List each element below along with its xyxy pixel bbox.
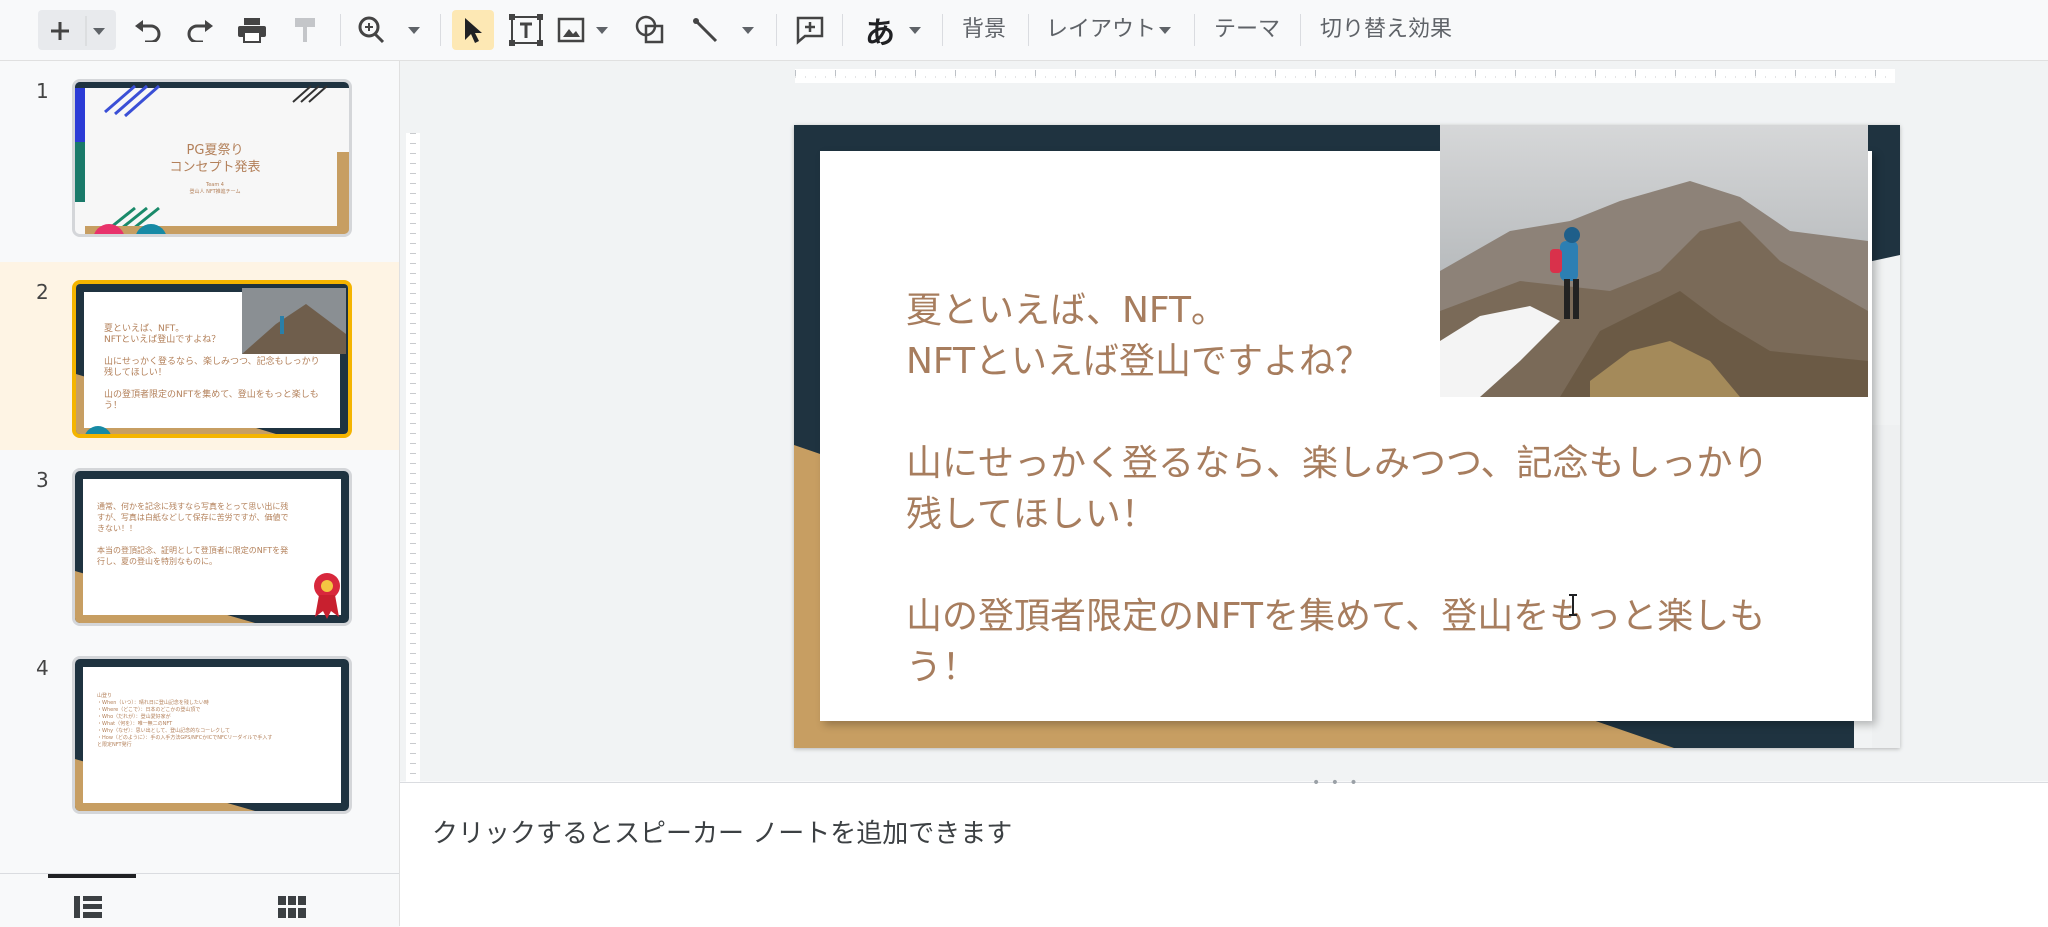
print-icon — [238, 18, 266, 43]
toolbar-divider — [1194, 14, 1195, 46]
zoom-icon — [358, 16, 420, 44]
slide-thumbnail[interactable]: 通常、何かを記念に残すなら写真をとって思い出に残 すが、写真は白紙などして保存に… — [72, 468, 352, 626]
slide-thumbnail[interactable]: 山登り ・When（いつ）：晴れ日に登山記念を残したい時 ・Where（どこで）… — [72, 656, 352, 814]
shape-icon — [635, 15, 664, 44]
grid-view-button[interactable] — [278, 896, 306, 922]
select-tool-button[interactable] — [452, 10, 494, 50]
insert-image-button[interactable] — [556, 10, 616, 50]
print-button[interactable] — [232, 10, 272, 50]
undo-icon — [135, 20, 161, 42]
slide-4-text: 山登り ・When（いつ）：晴れ日に登山記念を残したい時 ・Where（どこで）… — [97, 693, 273, 748]
vertical-ruler — [406, 133, 420, 813]
background-button[interactable]: 背景 — [962, 10, 1006, 50]
redo-icon — [187, 20, 213, 42]
cursor-icon — [465, 18, 482, 43]
image-icon — [557, 17, 608, 43]
filmstrip-slide-2[interactable]: 2 夏といえば、NFT。 NFTといえば登山ですよね？ 山にせっかく登るなら、楽… — [0, 262, 399, 450]
filmstrip-slide-1[interactable]: 1 PG夏祭り コンセプト発表 Team 4 登山人 NFT推進チーム — [0, 61, 399, 249]
speaker-notes-placeholder[interactable]: クリックするとスピーカー ノートを追加できます — [432, 813, 1012, 850]
input-tools-label: あ — [865, 16, 895, 51]
ruler-ticks — [795, 70, 1895, 78]
toolbar-divider — [440, 14, 441, 46]
slide-3-text: 通常、何かを記念に残すなら写真をとって思い出に残 すが、写真は白紙などして保存に… — [97, 502, 289, 566]
textbox-icon — [509, 14, 543, 46]
add-comment-icon — [796, 16, 824, 45]
add-comment-button[interactable] — [790, 10, 830, 50]
theme-button[interactable]: テーマ — [1214, 10, 1280, 50]
horizontal-ruler — [795, 69, 1895, 83]
slide-number: 3 — [36, 468, 49, 492]
slide-1-title: PG夏祭り コンセプト発表 — [169, 143, 261, 175]
line-icon — [693, 18, 754, 43]
filmstrip-view-button[interactable] — [74, 896, 102, 922]
toolbar-divider — [942, 14, 943, 46]
shape-button[interactable] — [630, 10, 670, 50]
undo-button[interactable] — [128, 10, 168, 50]
paint-format-icon — [295, 18, 315, 42]
slide-thumbnail-selected[interactable]: 夏といえば、NFT。 NFTといえば登山ですよね？ 山にせっかく登るなら、楽しみ… — [72, 280, 352, 438]
slide-canvas: 夏といえば、NFT。 NFTといえば登山ですよね？ 山にせっかく登るなら、楽しみ… — [400, 61, 2048, 813]
filmstrip-slide-3[interactable]: 3 通常、何かを記念に残すなら写真をとって思い出に残 すが、写真は白紙などして保… — [0, 450, 399, 638]
filmstrip: 1 PG夏祭り コンセプト発表 Team 4 登山人 NFT推進チーム 2 夏と… — [0, 61, 400, 926]
slide-number: 2 — [36, 280, 49, 304]
plus-icon — [51, 16, 105, 46]
toolbar-divider — [1300, 14, 1301, 46]
speaker-notes-panel[interactable]: • • • クリックするとスピーカー ノートを追加できます — [400, 775, 2048, 927]
current-slide[interactable]: 夏といえば、NFT。 NFTといえば登山ですよね？ 山にせっかく登るなら、楽しみ… — [794, 125, 1900, 748]
chevron-down-icon — [1159, 26, 1172, 34]
toolbar-divider — [340, 14, 341, 46]
grid-view-icon — [278, 896, 306, 918]
active-tab-indicator — [48, 874, 136, 878]
transition-button[interactable]: 切り替え効果 — [1320, 10, 1452, 50]
slide-number: 1 — [36, 79, 49, 103]
slide-1-subtitle: Team 4 登山人 NFT推進チーム — [189, 182, 241, 195]
redo-button[interactable] — [180, 10, 220, 50]
toolbar: あ 背景 レイアウト テーマ 切り替え効果 — [0, 0, 2048, 61]
view-switcher — [0, 873, 399, 927]
filmstrip-slide-4[interactable]: 4 山登り ・When（いつ）：晴れ日に登山記念を残したい時 ・Where（どこ… — [0, 638, 399, 826]
line-tool-button[interactable] — [690, 10, 760, 50]
slide-body-text[interactable]: 夏といえば、NFT。 NFTといえば登山ですよね？ 山にせっかく登るなら、楽しみ… — [906, 285, 1826, 693]
slide-number: 4 — [36, 656, 49, 680]
filmstrip-view-icon — [74, 896, 102, 918]
toolbar-divider — [842, 14, 843, 46]
layout-label: レイアウト — [1046, 17, 1157, 42]
notes-resize-handle[interactable]: • • • — [1312, 775, 1361, 791]
chevron-down-icon — [909, 26, 921, 34]
zoom-button[interactable] — [356, 10, 426, 50]
layout-button[interactable]: レイアウト — [1046, 10, 1172, 50]
toolbar-divider — [776, 14, 777, 46]
slide-thumbnail[interactable]: PG夏祭り コンセプト発表 Team 4 登山人 NFT推進チーム — [72, 79, 352, 237]
input-tools-button[interactable]: あ — [856, 10, 930, 51]
textbox-button[interactable] — [506, 10, 546, 50]
paint-format-button[interactable] — [286, 10, 326, 50]
text-cursor-icon — [1569, 594, 1577, 616]
new-slide-button[interactable] — [38, 10, 116, 50]
ruler-ticks — [410, 133, 416, 813]
toolbar-divider — [1028, 14, 1029, 46]
slide-2-text: 夏といえば、NFT。 NFTといえば登山ですよね？ 山にせっかく登るなら、楽しみ… — [104, 324, 320, 411]
